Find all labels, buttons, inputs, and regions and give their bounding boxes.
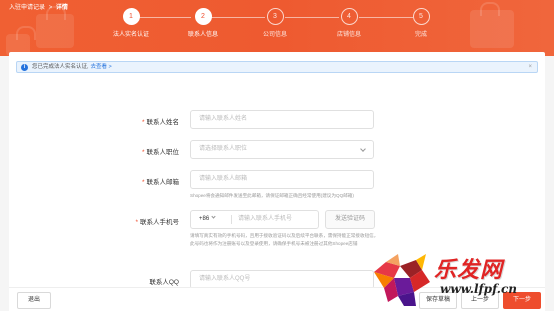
contact-qq-placeholder: 请输入联系人QQ号 bbox=[199, 276, 251, 282]
qq-label-text: 联系人QQ bbox=[149, 279, 179, 286]
step-shop-info: 4 店铺信息 bbox=[317, 8, 381, 38]
contact-email-input[interactable]: 请输入联系人邮箱 bbox=[190, 170, 374, 189]
required-mark: * bbox=[141, 119, 145, 126]
country-code-select[interactable]: +86 bbox=[199, 211, 216, 228]
qq-label: 联系人QQ bbox=[9, 276, 179, 286]
contact-name-input[interactable]: 请输入联系人姓名 bbox=[190, 110, 374, 129]
email-label: * 联系人邮箱 bbox=[9, 176, 179, 186]
phone-label: * 联系人手机号 bbox=[9, 216, 179, 226]
name-label-text: 联系人姓名 bbox=[146, 119, 180, 126]
notice-text-wrap: 您已完成法人实名认证, 去查看 > bbox=[32, 62, 112, 72]
required-mark: * bbox=[135, 219, 138, 226]
step-number: 3 bbox=[266, 8, 284, 25]
shopping-bag-decoration bbox=[36, 6, 74, 48]
step-label: 法人实名认证 bbox=[112, 32, 149, 38]
contact-email-placeholder: 请输入联系人邮箱 bbox=[199, 176, 248, 182]
exit-button[interactable]: 退出 bbox=[17, 292, 51, 309]
info-icon: i bbox=[21, 63, 28, 71]
contact-position-select[interactable]: 请选择联系人职位 bbox=[190, 140, 374, 159]
step-number: 1 bbox=[122, 8, 140, 25]
header-banner: 入驻申请记录 > 详情 1 法人实名认证 2 联系人信息 3 公司信息 4 店铺… bbox=[0, 0, 554, 56]
required-mark: * bbox=[141, 179, 145, 186]
name-label: * 联系人姓名 bbox=[9, 116, 179, 126]
close-icon[interactable]: × bbox=[528, 62, 532, 72]
step-complete: 5 完成 bbox=[389, 8, 453, 38]
phone-hint: 请填写真实有效的手机号码，且用于接收验证码以及后续平台联系，需保持能正常接收短信… bbox=[190, 233, 379, 246]
country-code-value: +86 bbox=[199, 216, 210, 222]
watermark-brand: 乐发网 bbox=[434, 257, 504, 283]
step-number: 5 bbox=[412, 8, 430, 25]
position-label: * 联系人职位 bbox=[9, 146, 179, 156]
chevron-down-icon bbox=[211, 214, 216, 219]
step-number: 2 bbox=[194, 8, 212, 25]
step-contact-info: 2 联系人信息 bbox=[171, 8, 235, 38]
step-label: 公司信息 bbox=[262, 32, 287, 38]
info-notice: i 您已完成法人实名认证, 去查看 > × bbox=[16, 61, 538, 73]
progress-steps: 1 法人实名认证 2 联系人信息 3 公司信息 4 店铺信息 5 完成 bbox=[100, 8, 460, 48]
send-code-button[interactable]: 发送验证码 bbox=[325, 210, 375, 229]
email-hint: Shopee将会通知邮件发送至此邮箱，请保证邮箱正确且经常使用(建议为QQ邮箱) bbox=[190, 193, 354, 198]
watermark: 乐发网 www.lfpf.cn bbox=[370, 252, 550, 308]
contact-phone-input[interactable]: +86 请输入联系人手机号 bbox=[190, 210, 319, 229]
position-label-text: 联系人职位 bbox=[146, 149, 180, 156]
step-label: 店铺信息 bbox=[336, 32, 361, 38]
breadcrumb-separator: > bbox=[48, 5, 53, 11]
step-company-info: 3 公司信息 bbox=[243, 8, 307, 38]
bull-logo-icon bbox=[374, 254, 430, 306]
email-label-text: 联系人邮箱 bbox=[146, 179, 180, 186]
breadcrumb-current: 详情 bbox=[55, 5, 68, 11]
required-mark: * bbox=[141, 149, 145, 156]
watermark-url: www.lfpf.cn bbox=[440, 282, 518, 296]
breadcrumb: 入驻申请记录 > 详情 bbox=[9, 2, 68, 11]
phone-label-text: 联系人手机号 bbox=[140, 219, 179, 226]
contact-name-placeholder: 请输入联系人姓名 bbox=[199, 116, 248, 122]
shopping-bag-decoration bbox=[470, 2, 514, 48]
divider bbox=[231, 215, 232, 224]
notice-text: 您已完成法人实名认证, bbox=[32, 64, 89, 70]
breadcrumb-parent[interactable]: 入驻申请记录 bbox=[9, 5, 45, 11]
step-number: 4 bbox=[340, 8, 358, 25]
notice-view-link[interactable]: 去查看 > bbox=[91, 64, 112, 70]
step-label: 联系人信息 bbox=[187, 32, 218, 38]
step-legal-auth: 1 法人实名认证 bbox=[99, 8, 163, 38]
step-label: 完成 bbox=[414, 32, 427, 38]
contact-position-placeholder: 请选择联系人职位 bbox=[199, 146, 248, 152]
chevron-down-icon bbox=[360, 146, 366, 152]
contact-phone-placeholder: 请输入联系人手机号 bbox=[238, 216, 293, 222]
